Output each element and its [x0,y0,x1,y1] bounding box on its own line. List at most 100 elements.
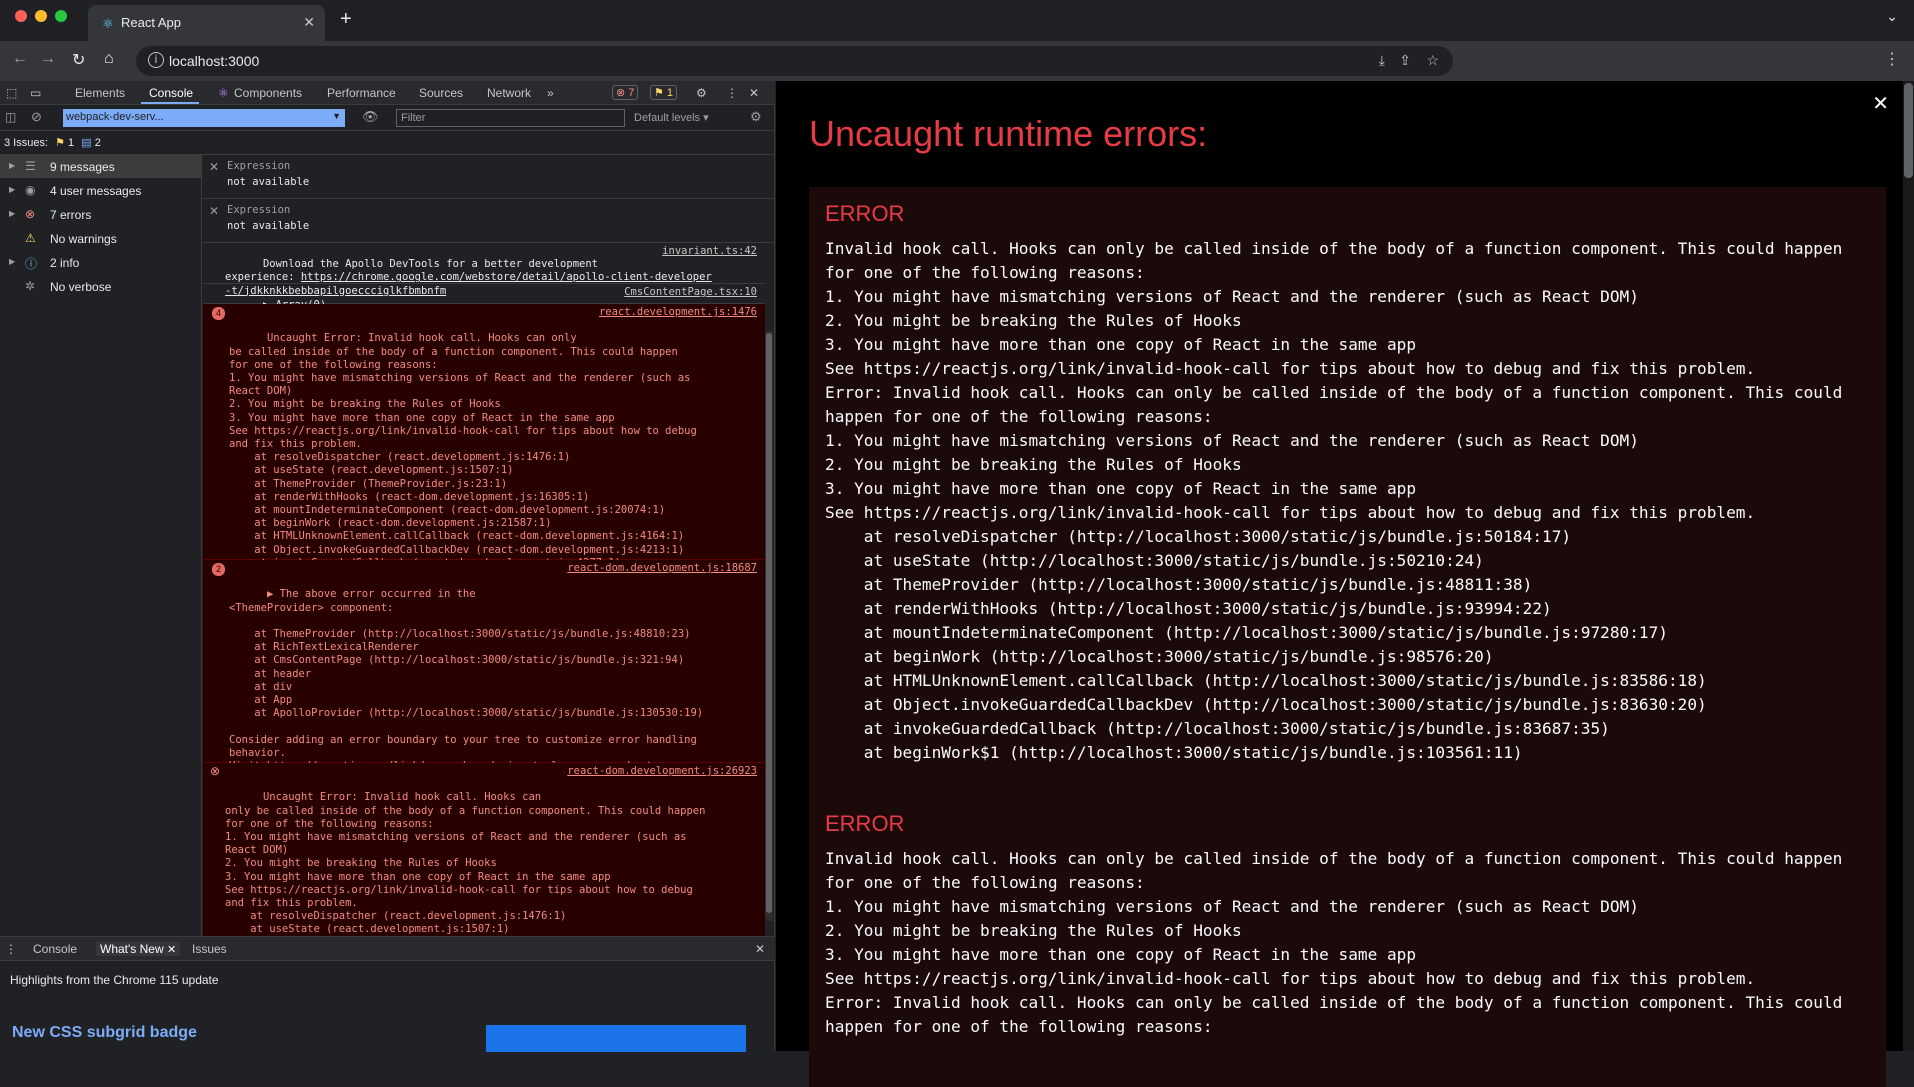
error-count: 7 [628,87,635,99]
more-options-icon[interactable]: ⋮ [726,86,738,100]
issues-info-count: 2 [94,137,101,149]
expression-title[interactable]: Expression [227,204,290,216]
close-devtools-icon[interactable]: ✕ [749,86,759,100]
issues-bar[interactable]: 3 Issues: ⚑ 1 ▤ 2 [0,131,775,155]
live-expression: ✕ Expression not available [203,155,775,199]
source-link[interactable]: react-dom.development.js:18687 [567,562,757,575]
browser-tab[interactable]: ⚛ React App ✕ [88,5,325,41]
sidebar-item-info[interactable]: ▶ ⓘ 2 info [0,251,202,274]
sidebar-item-verbose[interactable]: ✲ No verbose [0,275,202,298]
expand-arrow-icon[interactable]: ▶ [9,185,15,194]
tab-elements[interactable]: Elements [75,86,125,100]
page-scrollbar[interactable] [1904,83,1913,178]
drawer-tab-issues[interactable]: Issues [192,942,227,956]
settings-gear-icon[interactable]: ⚙ [696,86,707,100]
live-expression: ✕ Expression not available [203,199,775,243]
url-text[interactable]: localhost:3000 [169,53,259,69]
inspect-icon[interactable]: ⬚ [6,86,17,100]
browser-toolbar: ← → ↻ ⌂ i localhost:3000 ⤓ ⇪ ☆ ⋮ [0,41,1914,81]
source-link[interactable]: invariant.ts:42 [662,245,757,258]
close-drawer-icon[interactable]: ✕ [755,942,765,956]
close-window-button[interactable] [15,10,27,22]
message-text: ▶ The above error occurred in the <Theme… [229,588,704,785]
tab-network[interactable]: Network [487,86,531,100]
info-icon[interactable]: i [148,52,164,68]
drawer-menu-icon[interactable]: ⋮ [5,942,17,956]
error-icon: ⊗ [25,207,36,221]
sidebar-item-errors[interactable]: ▶ ⊗ 7 errors [0,203,202,226]
console-messages: ✕ Expression not available ✕ Expression … [203,155,775,936]
error-icon: ⊗ [210,764,221,778]
whats-new-title[interactable]: New CSS subgrid badge [12,1024,197,1042]
sidebar-item-messages[interactable]: ▶ ☰ 9 messages [0,155,202,178]
message-text: Uncaught Error: Invalid hook call. Hooks… [225,791,706,936]
maximize-window-button[interactable] [55,10,67,22]
message-text: Uncaught Error: Invalid hook call. Hooks… [229,332,697,582]
forward-icon[interactable]: → [40,50,56,68]
new-tab-icon[interactable]: + [340,8,352,31]
tab-sources[interactable]: Sources [419,86,463,100]
filter-input[interactable]: Filter [396,109,625,127]
install-icon[interactable]: ⤓ [1379,52,1385,69]
address-bar[interactable]: i localhost:3000 ⤓ ⇪ ☆ [136,46,1453,76]
source-link[interactable]: react-dom.development.js:26923 [567,765,757,778]
tab-components[interactable]: Components [234,86,302,100]
close-overlay-icon[interactable]: ✕ [1872,91,1889,116]
remove-expression-icon[interactable]: ✕ [209,160,219,174]
minimize-window-button[interactable] [35,10,47,22]
sidebar-item-warnings[interactable]: ⚠ No warnings [0,227,202,250]
drawer-tabbar: ⋮ Console What's New ✕ Issues ✕ [0,937,775,961]
drawer-tab-whats-new[interactable]: What's New ✕ [96,942,181,956]
page-scrollbar-track[interactable] [1903,81,1914,1051]
reload-icon[interactable]: ↻ [72,50,85,70]
expand-arrow-icon[interactable]: ▶ [9,209,15,218]
eye-icon[interactable]: 👁 [362,109,379,125]
source-link[interactable]: CmsContentPage.tsx:10 [624,286,757,299]
console-settings-icon[interactable]: ⚙ [750,109,762,125]
chevron-down-icon[interactable]: ⌄ [1886,8,1898,25]
context-selector[interactable]: webpack-dev-serv... ▼ [63,109,345,127]
console-error-3[interactable]: ⊗ Uncaught Error: Invalid hook call. Hoo… [203,763,765,936]
expression-value: not available [227,220,310,232]
source-link[interactable]: react.development.js:1476 [599,306,757,319]
devtools-tabbar: ⬚ ▭ Elements Console ⚛ Components Perfor… [0,81,775,105]
drawer-tab-label: What's New [100,942,164,956]
console-message-apollo: Download the Apollo DevTools for a bette… [203,243,765,297]
console-scrollbar[interactable] [766,333,772,913]
clear-console-icon[interactable]: ⊘ [31,109,42,125]
device-toolbar-icon[interactable]: ▭ [30,86,41,100]
expand-arrow-icon[interactable]: ▶ [9,257,15,266]
warning-count-badge[interactable]: ⚑ 1 [650,85,678,100]
share-icon[interactable]: ⇪ [1399,52,1411,69]
home-icon[interactable]: ⌂ [104,50,114,68]
errors-container: ERROR Invalid hook call. Hooks can only … [809,187,1886,1087]
console-toolbar: ◫ ⊘ webpack-dev-serv... ▼ 👁 Filter Defau… [0,105,775,131]
star-icon[interactable]: ☆ [1426,52,1439,69]
error-label: ERROR [825,811,905,836]
expand-arrow-icon[interactable]: ▶ [9,161,15,170]
components-icon: ⚛ [218,86,229,100]
console-message-array[interactable]: ▶ Array(0) CmsContentPage.tsx:10 [203,284,765,311]
console-error-2[interactable]: 2 ▶ The above error occurred in the <The… [203,560,765,785]
close-tab-icon[interactable]: ✕ [303,14,315,31]
overlay-heading: Uncaught runtime errors: [809,113,1208,154]
whats-new-headline: Highlights from the Chrome 115 update [10,973,219,987]
remove-expression-icon[interactable]: ✕ [209,204,219,218]
console-error-1[interactable]: 4 Uncaught Error: Invalid hook call. Hoo… [203,304,765,582]
sidebar-item-user-messages[interactable]: ▶ ◉ 4 user messages [0,179,202,202]
react-icon: ⚛ [102,16,114,31]
drawer-tab-console[interactable]: Console [33,942,77,956]
error-count-badge[interactable]: ⊗ 7 [612,85,639,100]
sidebar-toggle-icon[interactable]: ◫ [5,110,16,124]
issue-info-icon: ▤ [81,137,92,149]
tab-performance[interactable]: Performance [327,86,396,100]
menu-icon[interactable]: ⋮ [1884,49,1900,69]
close-tab-icon[interactable]: ✕ [167,944,176,956]
back-icon[interactable]: ← [12,50,28,68]
sidebar-item-label: No verbose [50,280,112,294]
expression-title[interactable]: Expression [227,160,290,172]
error-text: Invalid hook call. Hooks can only be cal… [825,239,1843,762]
more-tabs-icon[interactable]: » [547,86,554,100]
tab-console[interactable]: Console [149,86,193,100]
log-levels-dropdown[interactable]: Default levels ▾ [634,111,709,124]
